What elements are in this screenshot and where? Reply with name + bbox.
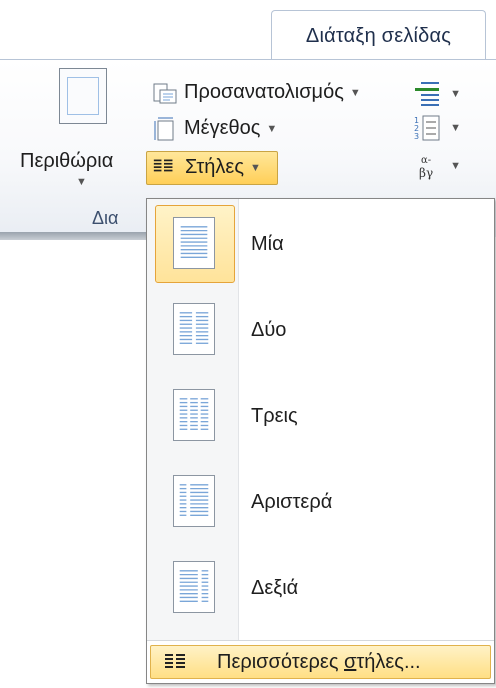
menu-item-label: Μία <box>251 233 284 255</box>
one-column-icon <box>173 217 215 269</box>
chevron-down-icon: ▼ <box>349 86 361 99</box>
breaks-icon <box>415 82 439 106</box>
chevron-down-icon: ▼ <box>450 88 461 100</box>
menu-item-label: Δύο <box>251 319 287 341</box>
chevron-down-icon: ▼ <box>249 161 261 174</box>
columns-icon <box>153 159 173 172</box>
ribbon-bottom-edge <box>0 232 150 240</box>
left-column-icon <box>173 475 215 527</box>
svg-text:3: 3 <box>414 132 419 141</box>
size-label: Μέγεθος <box>184 117 261 139</box>
group-label-page-setup: Δια <box>92 208 119 228</box>
more-columns-mnemonic: σ <box>344 651 357 673</box>
three-columns-icon <box>173 389 215 441</box>
right-column-icon <box>173 561 215 613</box>
menu-item-three-columns[interactable]: Τρεις <box>151 377 490 457</box>
orientation-icon <box>153 83 177 104</box>
menu-separator <box>147 640 494 641</box>
menu-item-right[interactable]: Δεξιά <box>151 549 490 629</box>
margins-icon <box>59 68 107 124</box>
svg-text:βγ: βγ <box>419 166 433 180</box>
hyphenation-icon: α- βγ <box>419 155 433 180</box>
tab-page-layout-label: Διάταξη σελίδας <box>305 25 452 47</box>
chevron-down-icon: ▼ <box>266 122 278 135</box>
tab-page-layout[interactable]: Διάταξη σελίδας <box>271 10 486 60</box>
more-columns-label: Περισσότερες στήλες... <box>217 651 421 674</box>
orientation-button[interactable]: Προσανατολισμός ▼ <box>152 78 407 108</box>
page-size-icon <box>154 117 174 141</box>
svg-text:α-: α- <box>421 155 431 166</box>
breaks-button[interactable]: ▼ <box>413 80 461 110</box>
columns-icon <box>165 654 185 668</box>
columns-button[interactable]: Στήλες ▼ <box>146 151 278 185</box>
two-columns-icon <box>173 303 215 355</box>
menu-item-one-column[interactable]: Μία <box>151 205 490 285</box>
more-columns-label-prefix: Περισσότερες <box>217 651 345 673</box>
orientation-label: Προσανατολισμός <box>184 81 344 103</box>
menu-item-two-columns[interactable]: Δύο <box>151 291 490 371</box>
margins-button[interactable]: Περιθώρια ▼ <box>20 68 144 192</box>
menu-item-left[interactable]: Αριστερά <box>151 463 490 543</box>
hyphenation-button[interactable]: α- βγ ▼ <box>413 152 461 182</box>
chevron-down-icon: ▼ <box>76 176 87 188</box>
chevron-down-icon: ▼ <box>450 122 461 134</box>
chevron-down-icon: ▼ <box>450 160 461 172</box>
menu-item-label: Αριστερά <box>251 491 333 513</box>
size-button[interactable]: Μέγεθος ▼ <box>152 114 312 144</box>
line-numbers-icon: 1 2 3 <box>414 115 440 141</box>
more-columns-label-suffix: τήλες... <box>356 651 421 673</box>
columns-dropdown-menu: Μία Δύο Τρεις Αριστερά Δεξιά Περισσότερε… <box>146 198 495 684</box>
menu-item-label: Δεξιά <box>251 577 299 599</box>
line-numbers-button[interactable]: 1 2 3 ▼ <box>413 114 461 144</box>
margins-label: Περιθώρια <box>20 150 114 172</box>
menu-item-label: Τρεις <box>251 405 298 427</box>
more-columns-button[interactable]: Περισσότερες στήλες... <box>150 645 491 679</box>
columns-label: Στήλες <box>185 156 244 178</box>
